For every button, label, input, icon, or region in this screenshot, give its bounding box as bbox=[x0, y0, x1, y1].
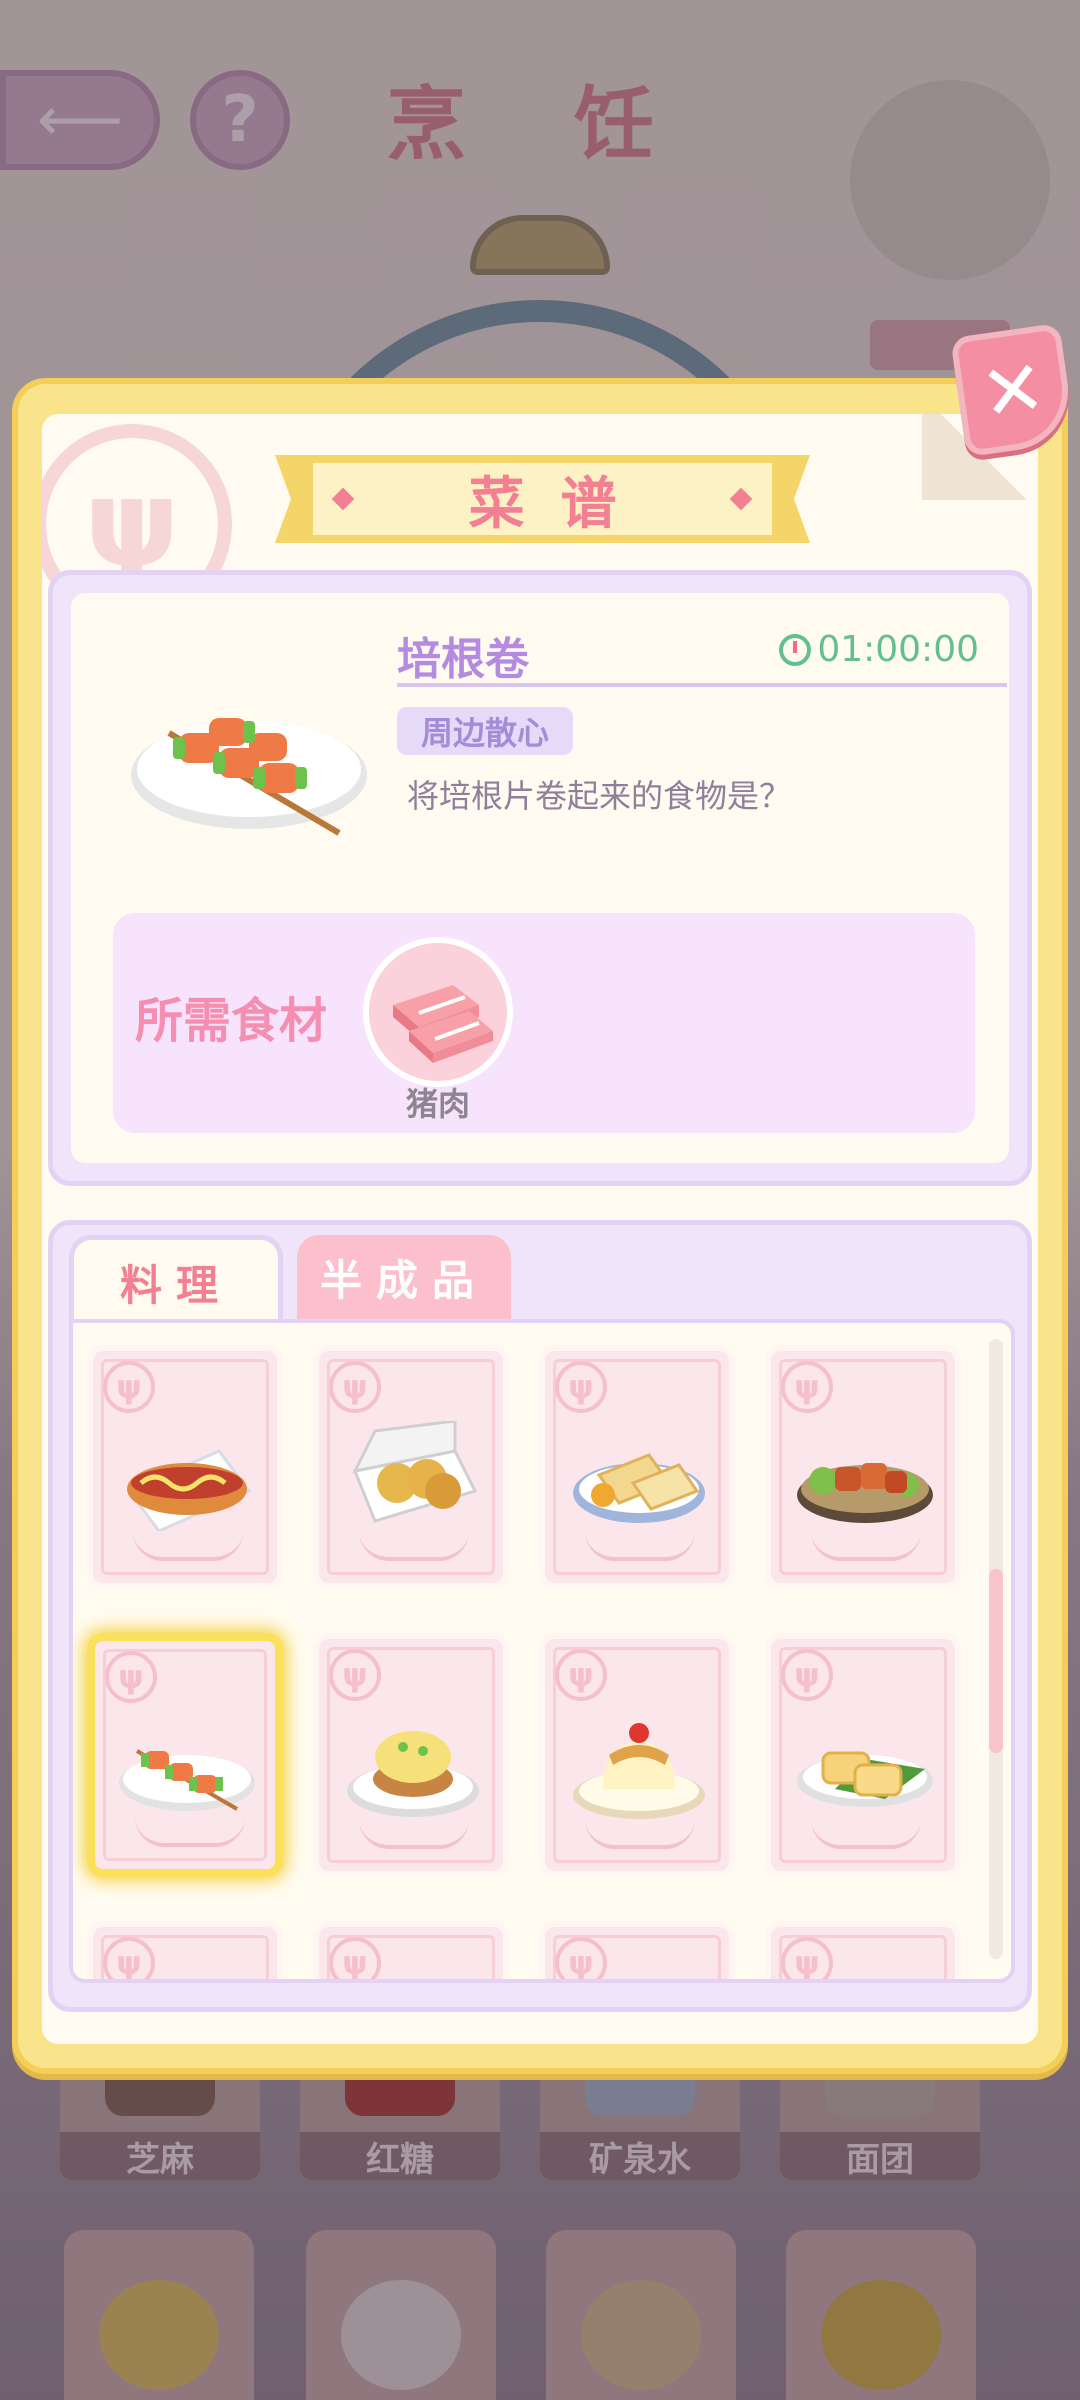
cutlery-icon: ψ bbox=[555, 1649, 607, 1701]
ingredient-slot[interactable] bbox=[363, 937, 513, 1087]
modal-title: 菜谱 bbox=[468, 471, 653, 537]
tamagoyaki-icon bbox=[797, 1751, 933, 1807]
scrollbar-thumb[interactable] bbox=[989, 1569, 1003, 1753]
title-ribbon: 菜谱 bbox=[275, 455, 810, 543]
recipe-card[interactable]: ψ bbox=[313, 1921, 509, 1979]
recipe-card[interactable]: ψ bbox=[765, 1345, 961, 1589]
sandwich-icon bbox=[573, 1453, 705, 1523]
recipe-card[interactable]: ψ bbox=[765, 1921, 961, 1979]
tab-semi-finished[interactable]: 半成品 bbox=[297, 1235, 511, 1319]
cook-time-value: 01:00:00 bbox=[817, 629, 979, 670]
pudding-icon bbox=[573, 1723, 705, 1819]
cook-time: 01:00:00 bbox=[779, 629, 979, 670]
cutlery-icon: ψ bbox=[329, 1937, 381, 1979]
eggs-benedict-icon bbox=[347, 1731, 479, 1817]
recipe-card[interactable]: ψ bbox=[87, 1345, 283, 1589]
hotdog-icon bbox=[126, 1449, 252, 1531]
recipe-card[interactable]: ψ bbox=[539, 1921, 735, 1979]
cutlery-icon: ψ bbox=[781, 1361, 833, 1413]
cutlery-icon: ψ bbox=[105, 1651, 157, 1703]
dish-category-tag: 周边散心 bbox=[397, 707, 574, 755]
recipe-card[interactable]: ψ bbox=[539, 1633, 735, 1877]
tab-cooking[interactable]: 料理 bbox=[69, 1235, 283, 1325]
cutlery-icon: ψ bbox=[781, 1649, 833, 1701]
ingredients-label: 所需食材 bbox=[135, 993, 328, 1049]
cutlery-icon: ψ bbox=[329, 1361, 381, 1413]
ingredient-name: 猪肉 bbox=[405, 1085, 470, 1123]
cutlery-icon: ψ bbox=[555, 1361, 607, 1413]
cutlery-icon: ψ bbox=[103, 1937, 155, 1979]
cutlery-icon: ψ bbox=[103, 1361, 155, 1413]
bacon-roll-icon bbox=[119, 1749, 255, 1811]
bacon-roll-dish-icon bbox=[131, 718, 367, 836]
dish-description: 将培根片卷起来的食物是？ bbox=[407, 777, 792, 815]
clock-icon bbox=[779, 633, 812, 666]
recipe-card[interactable]: ψ bbox=[87, 1921, 283, 1979]
recipe-card-selected[interactable]: ψ bbox=[87, 1633, 283, 1877]
recipe-card[interactable]: ψ bbox=[313, 1633, 509, 1877]
cutlery-icon: ψ bbox=[555, 1937, 607, 1979]
recipe-card[interactable]: ψ bbox=[765, 1633, 961, 1877]
dish-info-card: 培根卷 01:00:00 周边散心 将培根片卷起来的食物是？ 所需食材 猪肉 bbox=[48, 570, 1032, 1186]
cutlery-icon: ψ bbox=[781, 1937, 833, 1979]
pork-icon bbox=[393, 985, 493, 1063]
recipe-card[interactable]: ψ bbox=[313, 1345, 509, 1589]
recipe-card[interactable]: ψ bbox=[539, 1345, 735, 1589]
cutlery-icon: ψ bbox=[329, 1649, 381, 1701]
bun-box-icon bbox=[352, 1421, 478, 1523]
dish-name: 培根卷 bbox=[397, 634, 529, 685]
divider bbox=[397, 683, 1007, 687]
required-ingredients: 所需食材 猪肉 bbox=[113, 913, 975, 1133]
recipe-list: 料理 半成品 ψ ψ ψ ψ ψ ψ ψ ψ ψ ψ ψ ψ bbox=[48, 1220, 1032, 2012]
recipe-grid: ψ ψ ψ ψ ψ ψ ψ ψ ψ ψ ψ ψ bbox=[69, 1319, 1015, 1983]
glazed-meat-icon bbox=[797, 1463, 933, 1523]
